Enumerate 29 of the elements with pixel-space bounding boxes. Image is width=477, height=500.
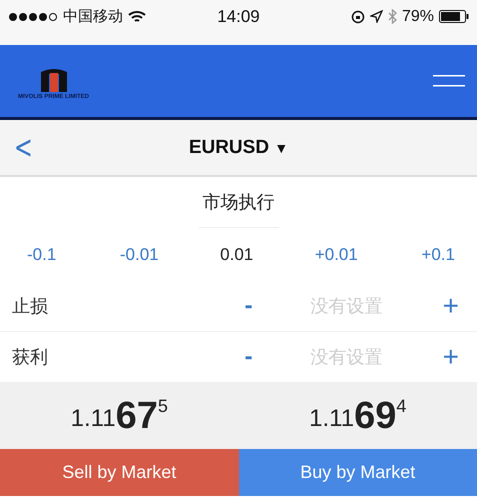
increase-button[interactable]: + — [436, 341, 465, 373]
order-button[interactable]: Sell by Market — [0, 449, 238, 496]
level-label: 止损 — [12, 295, 49, 318]
menu-icon[interactable] — [433, 74, 465, 88]
bluetooth-icon — [388, 9, 397, 24]
volume-step-button[interactable]: +0.1 — [419, 242, 457, 266]
symbol-selector[interactable]: EURUSD ▼ — [182, 136, 294, 160]
wifi-icon — [128, 10, 146, 24]
location-icon — [370, 10, 383, 23]
clock-time: 14:09 — [217, 6, 260, 26]
order-button[interactable]: Buy by Market — [238, 449, 477, 496]
back-button[interactable]: < — [11, 128, 36, 166]
carrier-name: 中国移动 — [63, 7, 123, 26]
battery-percent: 79% — [402, 8, 434, 26]
volume-step-button[interactable]: -0.01 — [118, 242, 161, 266]
volume-value[interactable]: 0.01 — [220, 244, 254, 264]
decrease-button[interactable]: - — [238, 343, 259, 371]
volume-step-button[interactable]: +0.01 — [312, 242, 360, 266]
decrease-button[interactable]: - — [238, 292, 259, 320]
order-type[interactable]: 市场执行 — [198, 177, 278, 228]
battery-icon — [438, 10, 469, 23]
volume-step-button[interactable]: -0.1 — [25, 242, 58, 266]
logo-icon — [38, 68, 68, 92]
increase-button[interactable]: + — [436, 290, 465, 322]
price-quote: 1.1169$^{4}$ — [309, 397, 406, 435]
level-label: 获利 — [12, 346, 49, 369]
rotation-lock-icon — [350, 10, 365, 24]
signal-icon — [8, 12, 58, 22]
price-quote: 1.1167$^{5}$ — [70, 397, 168, 435]
